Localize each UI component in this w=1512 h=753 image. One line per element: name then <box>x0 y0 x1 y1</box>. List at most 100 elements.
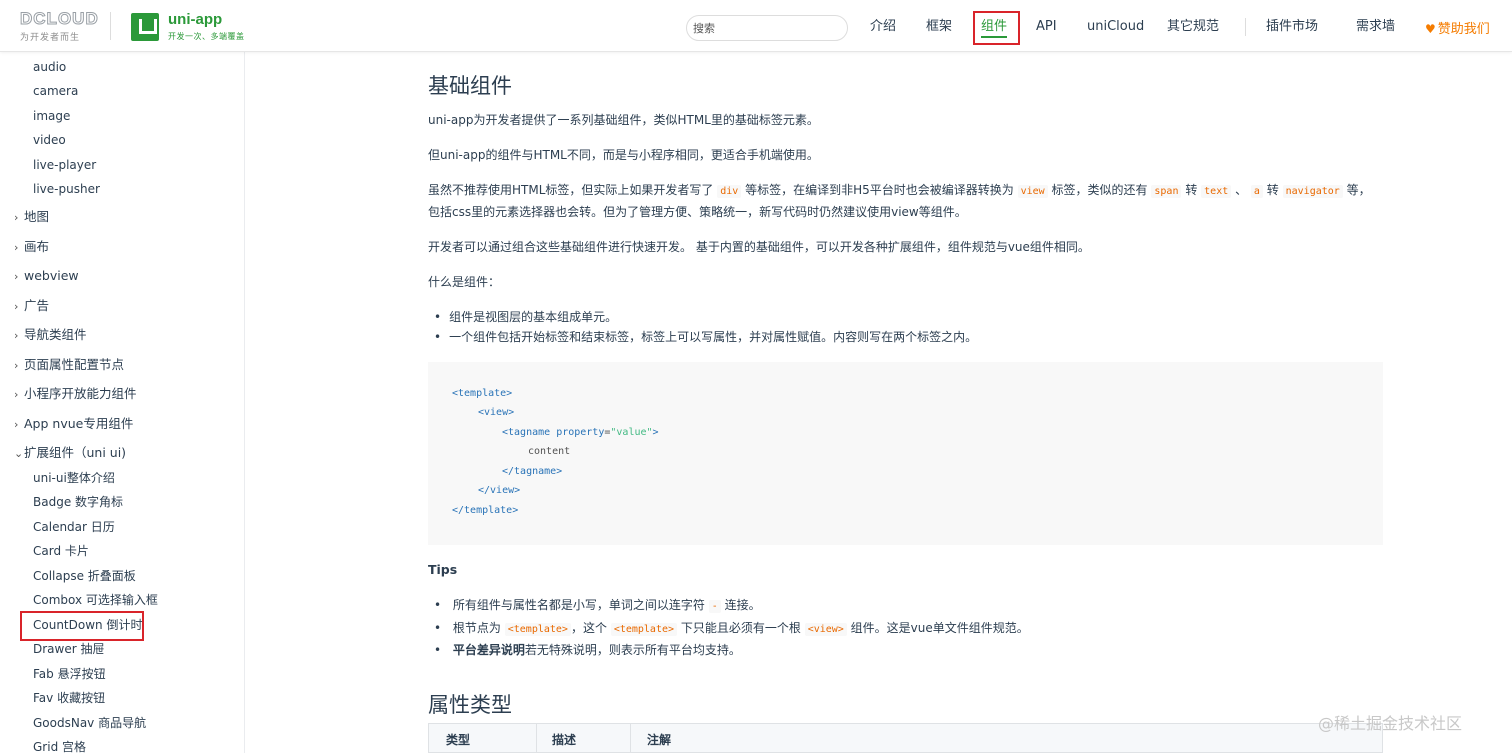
intro-paragraph-5: 什么是组件： <box>428 275 501 289</box>
sidebar-group-label: App nvue专用组件 <box>24 416 134 431</box>
nav-framework[interactable]: 框架 <box>926 18 952 36</box>
header-divider <box>110 12 111 40</box>
intro-paragraph-3: 虽然不推荐使用HTML标签，但实际上如果开发者写了 div 等标签，在编译到非H… <box>428 179 1378 203</box>
code-line: </tagname> <box>502 466 563 477</box>
sidebar-item-video[interactable]: video <box>33 133 66 147</box>
sidebar-item-goodsnav[interactable]: GoodsNav 商品导航 <box>33 716 146 730</box>
chevron-right-icon: › <box>14 211 19 224</box>
search-input[interactable] <box>686 15 848 41</box>
dcloud-wordmark: DCLOUD <box>20 9 99 28</box>
code-line: </template> <box>452 505 519 516</box>
sidebar-group-canvas[interactable]: › 画布 <box>14 240 49 255</box>
sidebar-group-page-meta[interactable]: › 页面属性配置节点 <box>14 358 124 373</box>
chevron-right-icon: › <box>14 241 19 254</box>
list-item: 平台差异说明若无特殊说明，则表示所有平台均支持。 <box>434 642 741 658</box>
sidebar-group-uni-ui[interactable]: ⌄扩展组件（uni ui) <box>14 446 126 461</box>
table-header-description: 描述 <box>552 733 577 747</box>
sidebar-group-label: 广告 <box>24 298 50 313</box>
chevron-right-icon: › <box>14 329 19 342</box>
sidebar-group-label: 画布 <box>24 239 50 254</box>
nav-plugin-market[interactable]: 插件市场 <box>1266 18 1318 36</box>
sidebar-item-uni-ui-intro[interactable]: uni-ui整体介绍 <box>33 471 115 485</box>
code-line: content <box>528 446 571 457</box>
dcloud-logo[interactable]: DCLOUD 为开发者而生 <box>20 9 110 43</box>
watermark: @稀土掘金技术社区 <box>1318 714 1463 733</box>
main-content: 基础组件 uni-app为开发者提供了一系列基础组件，类似HTML里的基础标签元… <box>428 52 1383 753</box>
uni-app-logo-icon[interactable] <box>131 13 159 41</box>
table-header-type: 类型 <box>446 733 471 747</box>
list-item: 组件是视图层的基本组成单元。 <box>434 309 617 325</box>
sidebar-item-card[interactable]: Card 卡片 <box>33 544 89 558</box>
page-title: 基础组件 <box>428 74 512 98</box>
code-line: <tagname property="value"> <box>502 427 659 438</box>
product-name[interactable]: uni-app <box>168 11 222 28</box>
sidebar-item-live-player[interactable]: live-player <box>33 158 96 172</box>
tips-heading: Tips <box>428 562 458 577</box>
code-block: <template> <view> <tagname property="val… <box>428 362 1383 545</box>
nav-highlight-box <box>973 11 1020 45</box>
nav-other-specs[interactable]: 其它规范 <box>1167 18 1219 36</box>
table-column-divider <box>630 724 631 753</box>
code-line: </view> <box>478 485 521 496</box>
sponsor-label: 赞助我们 <box>1437 22 1490 37</box>
heart-icon: ♥ <box>1425 22 1436 36</box>
table-header-notes: 注解 <box>647 733 672 747</box>
sidebar-item-fab[interactable]: Fab 悬浮按钮 <box>33 667 106 681</box>
chevron-right-icon: › <box>14 300 19 313</box>
sidebar-item-badge[interactable]: Badge 数字角标 <box>33 495 123 509</box>
attribute-table-header: 类型 描述 注解 <box>428 723 1383 753</box>
sidebar-group-label: 导航类组件 <box>24 327 87 342</box>
text-segment: 等， <box>1346 183 1371 197</box>
sidebar-highlight-box <box>20 611 144 641</box>
inline-code: view <box>1017 185 1048 198</box>
sidebar-group-webview[interactable]: › webview <box>14 269 79 284</box>
sidebar-item-live-pusher[interactable]: live-pusher <box>33 182 100 196</box>
code-line: <view> <box>478 407 515 418</box>
sidebar-group-label: 扩展组件（uni ui) <box>24 445 127 460</box>
sidebar-item-collapse[interactable]: Collapse 折叠面板 <box>33 569 136 583</box>
chevron-down-icon: ⌄ <box>14 447 24 460</box>
sidebar-group-navigation[interactable]: › 导航类组件 <box>14 328 87 343</box>
sidebar-group-label: webview <box>24 268 79 283</box>
sidebar-item-camera[interactable]: camera <box>33 84 78 98</box>
inline-code: div <box>717 185 742 198</box>
nav-demand-wall[interactable]: 需求墙 <box>1356 18 1395 36</box>
chevron-right-icon: › <box>14 359 19 372</box>
sponsor-link[interactable]: ♥ 赞助我们 <box>1425 18 1490 37</box>
text-segment: 虽然不推荐使用HTML标签，但实际上如果开发者写了 <box>428 183 714 197</box>
sidebar: audio camera image video live-player liv… <box>0 52 245 753</box>
list-item: 所有组件与属性名都是小写，单词之间以连字符 - 连接。 <box>434 597 761 615</box>
inline-code: a <box>1250 185 1263 198</box>
sidebar-item-fav[interactable]: Fav 收藏按钮 <box>33 691 105 705</box>
inline-code: text <box>1201 185 1232 198</box>
inline-code: span <box>1151 185 1182 198</box>
nav-separator <box>1245 18 1246 36</box>
top-header: DCLOUD 为开发者而生 uni-app 开发一次、多端覆盖 介绍 框架 组件… <box>0 0 1512 52</box>
sidebar-item-calendar[interactable]: Calendar 日历 <box>33 520 115 534</box>
sidebar-group-ads[interactable]: › 广告 <box>14 299 49 314</box>
text-segment: 转 <box>1185 183 1198 197</box>
nav-api[interactable]: API <box>1036 18 1057 36</box>
chevron-right-icon: › <box>14 270 19 283</box>
sidebar-group-label: 小程序开放能力组件 <box>24 386 137 401</box>
sidebar-item-grid[interactable]: Grid 宫格 <box>33 740 86 753</box>
sidebar-group-miniprogram[interactable]: › 小程序开放能力组件 <box>14 387 137 402</box>
sidebar-group-nvue[interactable]: › App nvue专用组件 <box>14 417 133 432</box>
sidebar-item-audio[interactable]: audio <box>33 60 66 74</box>
list-item: 根节点为 <template>，这个 <template> 下只能且必须有一个根… <box>434 620 1029 638</box>
sidebar-group-label: 地图 <box>24 209 50 224</box>
sidebar-item-drawer[interactable]: Drawer 抽屉 <box>33 642 104 656</box>
product-tagline: 开发一次、多端覆盖 <box>168 32 245 41</box>
text-segment: 等标签，在编译到非H5平台时也会被编译器转换为 <box>745 183 1014 197</box>
sidebar-item-combox[interactable]: Combox 可选择输入框 <box>33 593 158 607</box>
sidebar-group-map[interactable]: › 地图 <box>14 210 49 225</box>
nav-intro[interactable]: 介绍 <box>870 18 896 36</box>
text-segment: 、 <box>1235 183 1248 197</box>
chevron-right-icon: › <box>14 418 19 431</box>
code-line: <template> <box>452 388 513 399</box>
intro-paragraph-1: uni-app为开发者提供了一系列基础组件，类似HTML里的基础标签元素。 <box>428 113 819 127</box>
sidebar-item-image[interactable]: image <box>33 109 70 123</box>
section-title-attribute-types: 属性类型 <box>428 693 512 717</box>
nav-unicloud[interactable]: uniCloud <box>1087 18 1144 36</box>
sidebar-group-label: 页面属性配置节点 <box>24 357 125 372</box>
